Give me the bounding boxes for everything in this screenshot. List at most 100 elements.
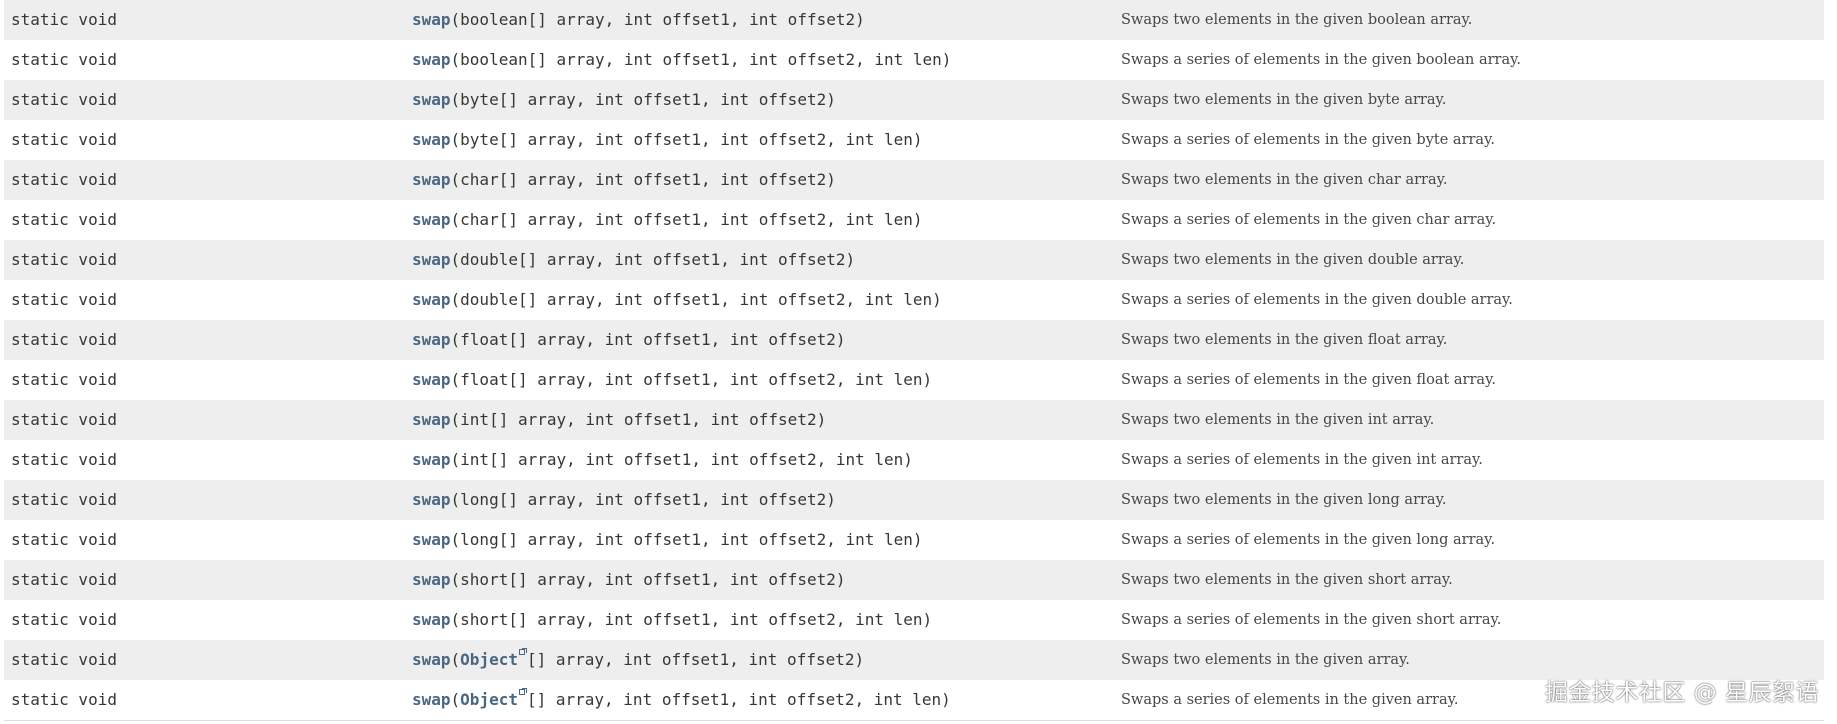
external-link-icon bbox=[518, 688, 527, 696]
method-signature: swap(Object [] array, int offset1, int of… bbox=[412, 640, 864, 680]
method-params: (boolean[] array, int offset1, int offse… bbox=[450, 10, 865, 29]
modifier-and-type: static void bbox=[11, 10, 117, 29]
method-params: (short[] array, int offset1, int offset2… bbox=[450, 610, 933, 629]
modifier-and-type: static void bbox=[11, 130, 117, 149]
method-name-link[interactable]: swap bbox=[412, 490, 451, 509]
method-name-link[interactable]: swap bbox=[412, 610, 451, 629]
modifier-and-type: static void bbox=[11, 610, 117, 629]
method-description: Swaps a series of elements in the given … bbox=[1121, 372, 1496, 388]
external-link-icon bbox=[518, 648, 527, 656]
method-signature: swap(byte[] array, int offset1, int offs… bbox=[412, 80, 836, 120]
object-type-link[interactable]: Object bbox=[460, 690, 518, 709]
method-description: Swaps a series of elements in the given … bbox=[1121, 452, 1483, 468]
table-row: static void swap(boolean[] array, int off… bbox=[4, 40, 1824, 80]
method-name-link[interactable]: swap bbox=[412, 690, 451, 709]
method-name-link[interactable]: swap bbox=[412, 130, 451, 149]
method-description: Swaps two elements in the given byte arr… bbox=[1121, 92, 1447, 108]
method-description: Swaps a series of elements in the given … bbox=[1121, 692, 1459, 708]
method-name-link[interactable]: swap bbox=[412, 50, 451, 69]
method-signature: swap(char[] array, int offset1, int offs… bbox=[412, 200, 923, 240]
modifier-and-type: static void bbox=[11, 50, 117, 69]
method-params: (int[] array, int offset1, int offset2) bbox=[450, 410, 827, 429]
method-description: Swaps two elements in the given double a… bbox=[1121, 252, 1465, 268]
method-description: Swaps two elements in the given char arr… bbox=[1121, 172, 1448, 188]
modifier-and-type: static void bbox=[11, 250, 117, 269]
method-description: Swaps two elements in the given boolean … bbox=[1121, 12, 1473, 28]
method-params: ( bbox=[450, 690, 461, 709]
method-signature: swap(float[] array, int offset1, int off… bbox=[412, 320, 845, 360]
method-signature: swap(long[] array, int offset1, int offs… bbox=[412, 480, 836, 520]
method-description: Swaps a series of elements in the given … bbox=[1121, 612, 1502, 628]
method-name-link[interactable]: swap bbox=[412, 410, 451, 429]
method-name-link[interactable]: swap bbox=[412, 370, 451, 389]
modifier-and-type: static void bbox=[11, 490, 117, 509]
method-summary-table: static void swap(boolean[] array, int off… bbox=[4, 0, 1824, 720]
modifier-and-type: static void bbox=[11, 210, 117, 229]
table-row: static void swap(long[] array, int offset… bbox=[4, 480, 1824, 520]
method-params: (long[] array, int offset1, int offset2,… bbox=[450, 530, 923, 549]
table-row: static void swap(boolean[] array, int off… bbox=[4, 0, 1824, 40]
method-signature: swap(float[] array, int offset1, int off… bbox=[412, 360, 932, 400]
table-row: static void swap(char[] array, int offset… bbox=[4, 160, 1824, 200]
table-row: static void swap(double[] array, int offs… bbox=[4, 240, 1824, 280]
method-name-link[interactable]: swap bbox=[412, 570, 451, 589]
table-row: static void swap(byte[] array, int offset… bbox=[4, 80, 1824, 120]
modifier-and-type: static void bbox=[11, 570, 117, 589]
table-row: static void swap(byte[] array, int offset… bbox=[4, 120, 1824, 160]
method-description: Swaps two elements in the given array. bbox=[1121, 652, 1410, 668]
method-signature: swap(double[] array, int offset1, int of… bbox=[412, 280, 942, 320]
method-description: Swaps a series of elements in the given … bbox=[1121, 292, 1513, 308]
method-name-link[interactable]: swap bbox=[412, 250, 451, 269]
method-params: (long[] array, int offset1, int offset2) bbox=[450, 490, 836, 509]
method-description: Swaps two elements in the given float ar… bbox=[1121, 332, 1448, 348]
method-params: (byte[] array, int offset1, int offset2,… bbox=[450, 130, 923, 149]
table-row: static void swap(double[] array, int offs… bbox=[4, 280, 1824, 320]
table-row: static void swap(char[] array, int offset… bbox=[4, 200, 1824, 240]
method-signature: swap(double[] array, int offset1, int of… bbox=[412, 240, 855, 280]
watermark: 掘金技术社区 @ 星辰絮语 bbox=[1544, 680, 1819, 706]
method-description: Swaps two elements in the given long arr… bbox=[1121, 492, 1447, 508]
method-signature: swap(int[] array, int offset1, int offse… bbox=[412, 400, 826, 440]
method-description: Swaps a series of elements in the given … bbox=[1121, 132, 1495, 148]
modifier-and-type: static void bbox=[11, 650, 117, 669]
method-params: ( bbox=[450, 650, 461, 669]
table-row: static void swap(long[] array, int offset… bbox=[4, 520, 1824, 560]
method-name-link[interactable]: swap bbox=[412, 90, 451, 109]
method-signature: swap(Object [] array, int offset1, int of… bbox=[412, 680, 951, 720]
object-type-link[interactable]: Object bbox=[460, 650, 518, 669]
modifier-and-type: static void bbox=[11, 330, 117, 349]
table-row: static void swap(int[] array, int offset1… bbox=[4, 440, 1824, 480]
method-signature: swap(short[] array, int offset1, int off… bbox=[412, 560, 845, 600]
method-name-link[interactable]: swap bbox=[412, 290, 451, 309]
modifier-and-type: static void bbox=[11, 170, 117, 189]
method-params: (double[] array, int offset1, int offset… bbox=[450, 250, 856, 269]
table-row: static void swap(int[] array, int offset1… bbox=[4, 400, 1824, 440]
method-params-rest: [] array, int offset1, int offset2, int … bbox=[526, 690, 951, 709]
method-params: (short[] array, int offset1, int offset2… bbox=[450, 570, 846, 589]
table-bottom-divider bbox=[4, 720, 1824, 721]
method-params: (int[] array, int offset1, int offset2, … bbox=[450, 450, 913, 469]
method-signature: swap(boolean[] array, int offset1, int o… bbox=[412, 0, 865, 40]
method-name-link[interactable]: swap bbox=[412, 650, 451, 669]
method-name-link[interactable]: swap bbox=[412, 170, 451, 189]
method-params: (float[] array, int offset1, int offset2… bbox=[450, 370, 933, 389]
method-params: (char[] array, int offset1, int offset2) bbox=[450, 170, 836, 189]
method-params: (byte[] array, int offset1, int offset2) bbox=[450, 90, 836, 109]
method-name-link[interactable]: swap bbox=[412, 210, 451, 229]
method-params: (float[] array, int offset1, int offset2… bbox=[450, 330, 846, 349]
modifier-and-type: static void bbox=[11, 530, 117, 549]
method-signature: swap(boolean[] array, int offset1, int o… bbox=[412, 40, 951, 80]
table-row: static void swap(float[] array, int offse… bbox=[4, 360, 1824, 400]
table-row: static void swap(short[] array, int offse… bbox=[4, 560, 1824, 600]
method-signature: swap(int[] array, int offset1, int offse… bbox=[412, 440, 913, 480]
method-signature: swap(char[] array, int offset1, int offs… bbox=[412, 160, 836, 200]
method-name-link[interactable]: swap bbox=[412, 330, 451, 349]
modifier-and-type: static void bbox=[11, 690, 117, 709]
method-name-link[interactable]: swap bbox=[412, 10, 451, 29]
method-name-link[interactable]: swap bbox=[412, 530, 451, 549]
method-signature: swap(byte[] array, int offset1, int offs… bbox=[412, 120, 923, 160]
method-description: Swaps a series of elements in the given … bbox=[1121, 212, 1497, 228]
method-description: Swaps a series of elements in the given … bbox=[1121, 52, 1522, 68]
method-params: (boolean[] array, int offset1, int offse… bbox=[450, 50, 952, 69]
method-name-link[interactable]: swap bbox=[412, 450, 451, 469]
